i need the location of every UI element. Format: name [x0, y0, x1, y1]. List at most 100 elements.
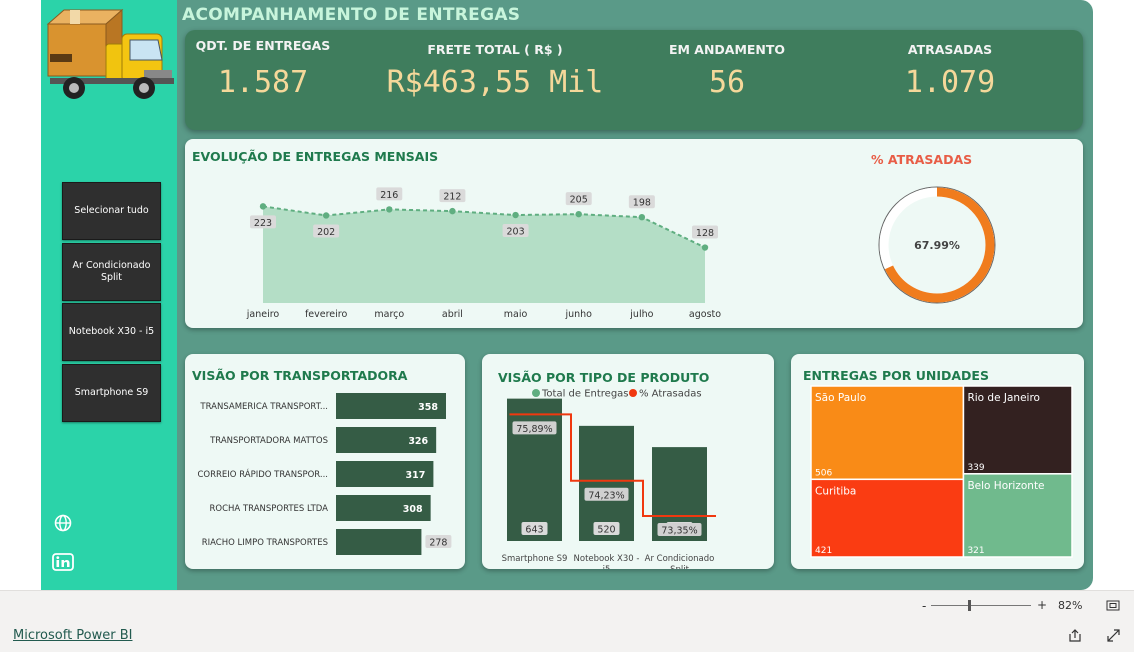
globe-icon[interactable] — [52, 514, 74, 532]
area-fill — [263, 206, 705, 303]
bar-value-label: 278 — [429, 538, 447, 549]
chart-title-late-pct: % ATRASADAS — [871, 152, 973, 167]
tile-label: Belo Horizonte — [967, 480, 1044, 492]
powerbi-footer: - + 82% Microsoft Power BI — [0, 590, 1134, 652]
monthly-evolution-card: EVOLUÇÃO DE ENTREGAS MENSAIS 223 janeiro 2… — [185, 139, 1083, 328]
zoom-in-button[interactable]: + — [1037, 598, 1047, 612]
tile-label: São Paulo — [815, 392, 866, 404]
line-value-label: 74,23% — [588, 490, 624, 501]
kpi-value: R$463,55 Mil — [386, 65, 604, 100]
x-tick-label: maio — [504, 309, 528, 320]
y-tick-label: RIACHO LIMPO TRANSPORTES — [202, 538, 328, 548]
units-treemap[interactable]: São Paulo 506 Rio de Janeiro 339 Curitiba 421… — [791, 354, 1084, 569]
tile-value: 339 — [967, 463, 984, 473]
data-label: 212 — [443, 192, 461, 203]
data-point — [259, 203, 267, 210]
x-tick-label: Notebook X30 - — [574, 554, 640, 564]
data-label: 198 — [633, 198, 651, 209]
x-tick-label: i5 — [603, 565, 611, 569]
kpi-label: ATRASADAS — [907, 42, 993, 57]
tile-value: 321 — [967, 546, 984, 556]
page-title: ACOMPANHAMENTO DE ENTREGAS — [182, 5, 521, 25]
bar-value-label: 643 — [525, 525, 543, 536]
units-card: ENTREGAS POR UNIDADES São Paulo 506 Rio de… — [791, 354, 1084, 569]
x-tick-label: Split — [670, 565, 690, 569]
zoom-slider[interactable] — [931, 605, 1031, 606]
linkedin-icon[interactable] — [52, 553, 74, 571]
bar-value-label: 308 — [403, 504, 423, 515]
legend-marker — [532, 389, 540, 397]
fit-to-page-icon[interactable] — [1106, 600, 1120, 611]
slicer-item-notebook[interactable]: Notebook X30 - i5 — [62, 303, 161, 361]
y-tick-label: TRANSPORTADORA MATTOS — [209, 436, 328, 446]
app-window: Selecionar tudo Ar Condicionado Split No… — [0, 0, 1134, 652]
kpi-late: ATRASADAS 1.079 — [875, 42, 1025, 100]
y-tick-label: ROCHA TRANSPORTES LTDA — [210, 504, 329, 514]
data-label: 203 — [507, 227, 525, 238]
line-value-label: 73,35% — [661, 526, 697, 537]
data-point — [322, 212, 330, 219]
kpi-value: 1.587 — [217, 65, 309, 100]
kpi-value: 1.079 — [904, 65, 996, 100]
x-tick-label: agosto — [689, 309, 721, 320]
product-card: VISÃO POR TIPO DE PRODUTO Total de Entre… — [482, 354, 774, 569]
data-point — [512, 211, 519, 219]
bar-value-label: 326 — [408, 436, 428, 447]
fullscreen-icon[interactable] — [1107, 629, 1120, 642]
donut-chart[interactable]: 67.99% — [867, 175, 1007, 315]
x-tick-label: junho — [564, 309, 592, 320]
tile-value: 421 — [815, 546, 832, 556]
x-tick-label: fevereiro — [305, 309, 348, 320]
y-tick-label: CORREIO RÁPIDO TRANSPOR... — [197, 468, 328, 480]
carrier-card: VISÃO POR TRANSPORTADORA TRANSAMERICA TR… — [185, 354, 465, 569]
data-point — [386, 206, 393, 213]
carrier-bar-chart[interactable]: TRANSAMERICA TRANSPORT... 358 TRANSPORTADO… — [185, 354, 465, 569]
legend-marker — [629, 389, 637, 397]
x-tick-label: Smartphone S9 — [502, 554, 568, 564]
kpi-total-deliveries: QDT. DE ENTREGAS 1.587 — [193, 38, 333, 100]
data-point — [701, 244, 709, 251]
data-label: 202 — [317, 227, 335, 238]
kpi-in-progress: EM ANDAMENTO 56 — [647, 42, 807, 100]
truck-logo — [46, 8, 174, 99]
data-label: 223 — [254, 218, 272, 229]
x-tick-label: janeiro — [246, 309, 280, 320]
x-tick-label: abril — [442, 309, 463, 320]
bar-value-label: 520 — [597, 525, 615, 536]
powerbi-link[interactable]: Microsoft Power BI — [13, 628, 132, 643]
bar-value-label: 317 — [406, 470, 426, 481]
kpi-label: FRETE TOTAL ( R$ ) — [427, 42, 563, 57]
line-value-label: 75,89% — [516, 424, 552, 435]
zoom-slider-thumb[interactable] — [968, 600, 971, 611]
tile-value: 506 — [815, 468, 832, 478]
x-tick-label: março — [374, 309, 404, 320]
data-point — [449, 207, 456, 215]
data-point — [638, 214, 646, 221]
product-combo-chart[interactable]: Total de Entregas% Atrasadas64352042475,… — [482, 354, 774, 569]
zoom-level: 82% — [1058, 599, 1083, 612]
tile-label: Curitiba — [815, 485, 856, 497]
share-icon[interactable] — [1068, 629, 1082, 642]
bar-value-label: 358 — [418, 402, 438, 413]
kpi-label: QDT. DE ENTREGAS — [195, 38, 331, 53]
area-chart[interactable]: 223 janeiro 202 fevereiro 216 março 212 abril 20… — [185, 139, 745, 328]
zoom-out-button[interactable]: - — [922, 599, 926, 613]
data-label: 128 — [696, 228, 714, 239]
kpi-total-freight: FRETE TOTAL ( R$ ) R$463,55 Mil — [375, 42, 615, 100]
slicer-item-smartphone[interactable]: Smartphone S9 — [62, 364, 161, 422]
slicer-item-ar-condicionado[interactable]: Ar Condicionado Split — [62, 243, 161, 301]
tile-label: Rio de Janeiro — [967, 392, 1040, 404]
legend-label: Total de Entregas — [541, 389, 629, 400]
kpi-value: 56 — [708, 65, 746, 100]
donut-center-label: 67.99% — [914, 239, 960, 252]
slicer-item-select-all[interactable]: Selecionar tudo — [62, 182, 161, 240]
kpi-label: EM ANDAMENTO — [668, 42, 786, 57]
bar — [507, 398, 562, 541]
x-tick-label: julho — [629, 309, 653, 320]
bar — [336, 529, 422, 555]
x-tick-label: Ar Condicionado — [645, 554, 715, 564]
legend-label: % Atrasadas — [639, 389, 702, 400]
y-tick-label: TRANSAMERICA TRANSPORT... — [199, 402, 328, 412]
data-label: 216 — [380, 190, 398, 201]
data-point — [575, 210, 582, 218]
